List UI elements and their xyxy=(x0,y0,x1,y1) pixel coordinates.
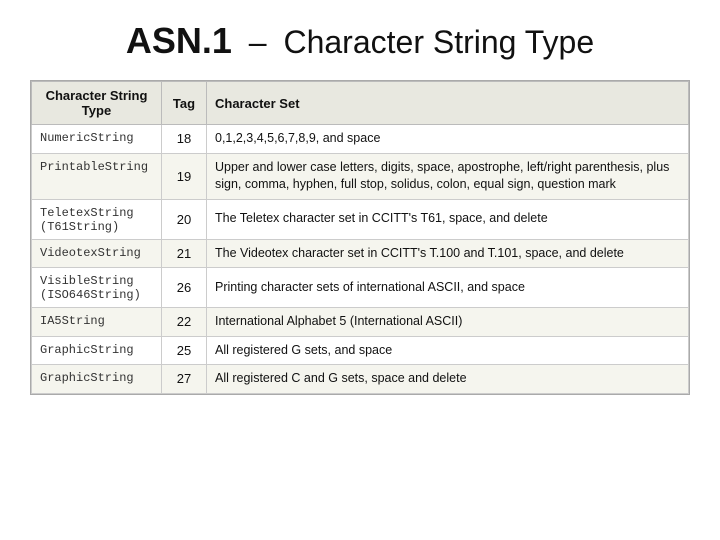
title-asn: ASN.1 xyxy=(126,20,232,61)
cell-tag: 18 xyxy=(162,125,207,154)
cell-charset: 0,1,2,3,4,5,6,7,8,9, and space xyxy=(207,125,689,154)
cell-tag: 21 xyxy=(162,239,207,268)
cell-type: VideotexString xyxy=(32,239,162,268)
cell-charset: All registered G sets, and space xyxy=(207,336,689,365)
cell-type: GraphicString xyxy=(32,365,162,394)
col-header-type: Character String Type xyxy=(32,82,162,125)
cell-type: TeletexString (T61String) xyxy=(32,199,162,239)
table-header-row: Character String Type Tag Character Set xyxy=(32,82,689,125)
cell-tag: 27 xyxy=(162,365,207,394)
table-row: GraphicString27All registered C and G se… xyxy=(32,365,689,394)
cell-type: GraphicString xyxy=(32,336,162,365)
cell-charset: Printing character sets of international… xyxy=(207,268,689,308)
cell-tag: 20 xyxy=(162,199,207,239)
table-row: NumericString180,1,2,3,4,5,6,7,8,9, and … xyxy=(32,125,689,154)
table-row: PrintableString19Upper and lower case le… xyxy=(32,153,689,199)
table-body: NumericString180,1,2,3,4,5,6,7,8,9, and … xyxy=(32,125,689,394)
cell-charset: The Teletex character set in CCITT's T61… xyxy=(207,199,689,239)
cell-charset: International Alphabet 5 (International … xyxy=(207,308,689,337)
table-row: VisibleString (ISO646String)26Printing c… xyxy=(32,268,689,308)
cell-tag: 25 xyxy=(162,336,207,365)
cell-charset: All registered C and G sets, space and d… xyxy=(207,365,689,394)
main-table-wrapper: Character String Type Tag Character Set … xyxy=(30,80,690,395)
cell-type: VisibleString (ISO646String) xyxy=(32,268,162,308)
col-header-tag: Tag xyxy=(162,82,207,125)
cell-type: PrintableString xyxy=(32,153,162,199)
cell-charset: Upper and lower case letters, digits, sp… xyxy=(207,153,689,199)
title-subtitle: Character String Type xyxy=(283,24,594,60)
table-row: VideotexString21The Videotex character s… xyxy=(32,239,689,268)
cell-tag: 26 xyxy=(162,268,207,308)
cell-tag: 19 xyxy=(162,153,207,199)
page-title: ASN.1 – Character String Type xyxy=(126,20,594,62)
cell-type: NumericString xyxy=(32,125,162,154)
table-row: TeletexString (T61String)20The Teletex c… xyxy=(32,199,689,239)
title-dash: – xyxy=(249,24,267,60)
character-string-table: Character String Type Tag Character Set … xyxy=(31,81,689,394)
table-row: GraphicString25All registered G sets, an… xyxy=(32,336,689,365)
cell-type: IA5String xyxy=(32,308,162,337)
col-header-charset: Character Set xyxy=(207,82,689,125)
table-row: IA5String22International Alphabet 5 (Int… xyxy=(32,308,689,337)
cell-charset: The Videotex character set in CCITT's T.… xyxy=(207,239,689,268)
cell-tag: 22 xyxy=(162,308,207,337)
